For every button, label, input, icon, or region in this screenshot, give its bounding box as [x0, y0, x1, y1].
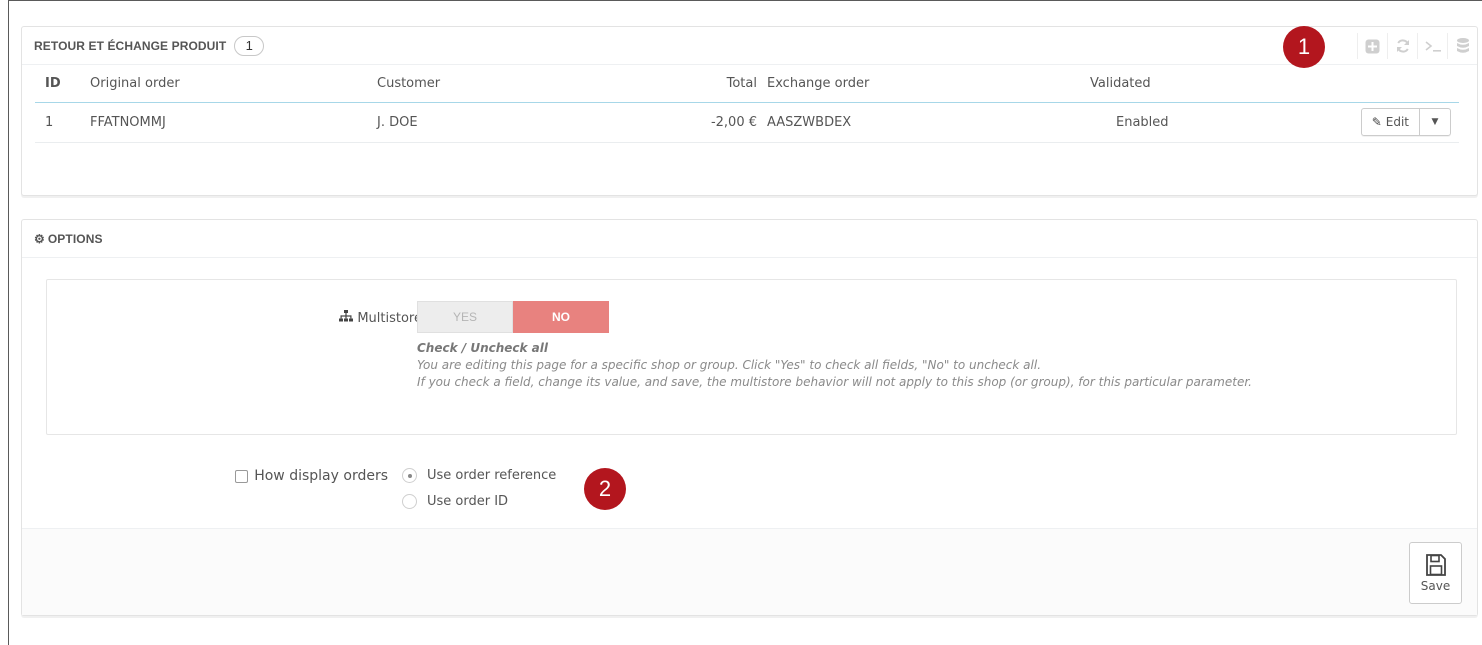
floppy-disk-icon [1425, 554, 1446, 576]
add-new-button[interactable] [1357, 33, 1387, 59]
cell-customer: J. DOE [377, 102, 636, 143]
multistore-label: Multistore [339, 310, 422, 326]
table-row[interactable]: 1 FFATNOMMJ J. DOE -2,00 € AASZWBDEX Ena… [35, 102, 1459, 143]
radio-order-id[interactable]: Use order ID [402, 494, 508, 509]
help-line-1: You are editing this page for a specific… [417, 358, 1042, 372]
col-total[interactable]: Total [636, 65, 767, 103]
callout-2: 2 [584, 468, 626, 510]
frame-top-border [8, 0, 1482, 1]
terminal-icon [1425, 41, 1441, 52]
cell-validated: Enabled [1090, 102, 1270, 143]
callout-1: 1 [1283, 26, 1325, 68]
switch-no[interactable]: NO [513, 301, 609, 333]
frame-left-border [8, 0, 9, 645]
cell-actions: ✎ Edit ▼ [1270, 102, 1459, 143]
table-header-row: ID Original order Customer Total Exchang… [35, 65, 1459, 103]
sitemap-icon [339, 310, 354, 326]
sql-query-button[interactable] [1417, 33, 1447, 59]
radio-label: Use order reference [427, 468, 557, 483]
database-icon [1456, 38, 1469, 53]
col-original-order[interactable]: Original order [90, 65, 377, 103]
cell-total: -2,00 € [636, 102, 767, 143]
radio-label: Use order ID [427, 494, 509, 509]
panel-heading: RETOUR ET ÉCHANGE PRODUIT 1 [22, 27, 1477, 65]
options-panel: ⚙ OPTIONS Multistore YES NO Check / Unch… [21, 219, 1478, 616]
cell-original-order: FFATNOMMJ [90, 102, 377, 143]
display-orders-label: How display orders [235, 468, 388, 484]
panel-title: RETOUR ET ÉCHANGE PRODUIT [34, 38, 227, 53]
col-customer[interactable]: Customer [377, 65, 636, 103]
options-heading: ⚙ OPTIONS [22, 220, 1477, 258]
radio-button[interactable] [402, 494, 417, 509]
help-title: Check / Uncheck all [417, 341, 548, 355]
export-sql-manager-button[interactable] [1447, 33, 1477, 59]
switch-yes[interactable]: YES [417, 301, 513, 333]
col-actions [1270, 65, 1459, 103]
refresh-icon [1396, 39, 1409, 53]
multistore-switch[interactable]: YES NO [417, 301, 609, 333]
panel-footer: Save [22, 528, 1477, 615]
save-label: Save [1420, 579, 1451, 593]
multistore-help: Check / Uncheck all You are editing this… [417, 340, 1252, 391]
pencil-icon: ✎ [1371, 115, 1382, 129]
radio-button-selected[interactable] [402, 468, 417, 483]
list-toolbar [1357, 33, 1477, 59]
gears-icon: ⚙ [34, 231, 45, 246]
radio-order-reference[interactable]: Use order reference [402, 468, 556, 483]
return-exchange-panel: RETOUR ET ÉCHANGE PRODUIT 1 ID Original … [21, 26, 1478, 196]
count-badge: 1 [234, 35, 265, 56]
display-orders-label-text: How display orders [254, 468, 388, 484]
display-orders-checkbox[interactable] [235, 469, 249, 483]
edit-label: Edit [1385, 115, 1409, 129]
col-validated[interactable]: Validated [1090, 65, 1270, 103]
cell-exchange-order: AASZWBDEX [767, 102, 1090, 143]
add-icon [1365, 39, 1380, 53]
col-exchange-order[interactable]: Exchange order [767, 65, 1090, 103]
returns-table: ID Original order Customer Total Exchang… [35, 65, 1459, 143]
row-actions-group: ✎ Edit ▼ [1360, 108, 1451, 136]
options-title: OPTIONS [47, 231, 103, 246]
caret-down-icon: ▼ [1431, 117, 1439, 127]
help-line-2: If you check a field, change its value, … [417, 375, 1252, 389]
col-id[interactable]: ID [35, 65, 90, 103]
cell-id: 1 [35, 102, 90, 143]
refresh-list-button[interactable] [1387, 33, 1417, 59]
actions-dropdown-toggle[interactable]: ▼ [1420, 109, 1450, 135]
save-button[interactable]: Save [1409, 542, 1462, 604]
edit-button[interactable]: ✎ Edit [1362, 109, 1420, 135]
multistore-label-text: Multistore [357, 310, 422, 326]
